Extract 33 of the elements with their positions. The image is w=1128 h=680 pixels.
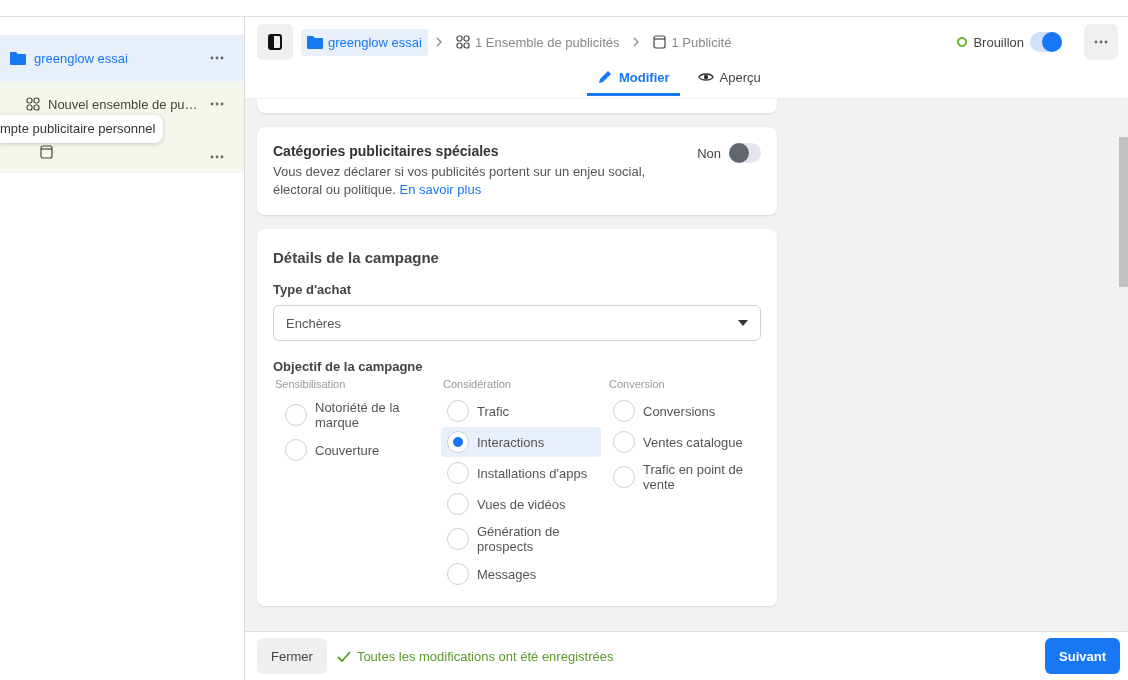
objective-option[interactable]: Ventes catalogue [607,427,767,457]
objective-option[interactable]: Installations d'apps [441,458,601,488]
section-title: Catégories publicitaires spéciales [273,143,500,159]
objective-option[interactable]: Trafic en point de vente [607,458,767,496]
breadcrumb-link[interactable]: 1 Ensemble de publicités [449,28,626,56]
save-status: Toutes les modifications ont été enregistrées [356,648,614,664]
objective-option[interactable]: Génération de prospects [441,520,601,558]
objective-option[interactable]: Couverture [273,435,433,465]
breadcrumb-link[interactable]: greenglow essai [301,28,428,56]
group-heading: Sensibilisation [275,378,347,390]
sidebar-item[interactable]: greenglow essai [0,35,244,81]
description: Vous devez déclarer si vos publicités portent sur un enjeu social, électoral ou politique. En savoir plus [273,163,647,199]
breadcrumb-link[interactable]: 1 Publicité [647,28,738,56]
objective-option[interactable]: Messages [441,559,601,589]
toggle-label: Non [697,145,721,161]
objective-option[interactable]: Vues de vidéos [441,489,601,519]
next-button[interactable]: Suivant [1045,638,1120,674]
field-label: Type d'achat [273,282,352,297]
purchase-type-dropdown[interactable]: Enchères [273,305,761,341]
tab[interactable]: Aperçu [687,65,771,96]
group-heading: Conversion [609,378,666,390]
learn-more-link[interactable]: En savoir plus [399,182,482,197]
objective-option[interactable]: Notoriété de la marque [273,396,433,434]
tab[interactable]: Modifier [587,65,680,96]
objective-option[interactable]: Trafic [441,396,601,426]
group-heading: Considération [443,378,512,390]
objective-option[interactable]: Interactions [441,427,601,457]
status-label: Brouillon [973,34,1024,50]
field-label: Objectif de la campagne [273,359,424,374]
objective-option[interactable]: Conversions [607,396,767,426]
tooltip: mpte publicitaire personnel [0,115,164,143]
section-title: Détails de la campagne [273,249,440,266]
close-button[interactable]: Fermer [257,638,327,674]
